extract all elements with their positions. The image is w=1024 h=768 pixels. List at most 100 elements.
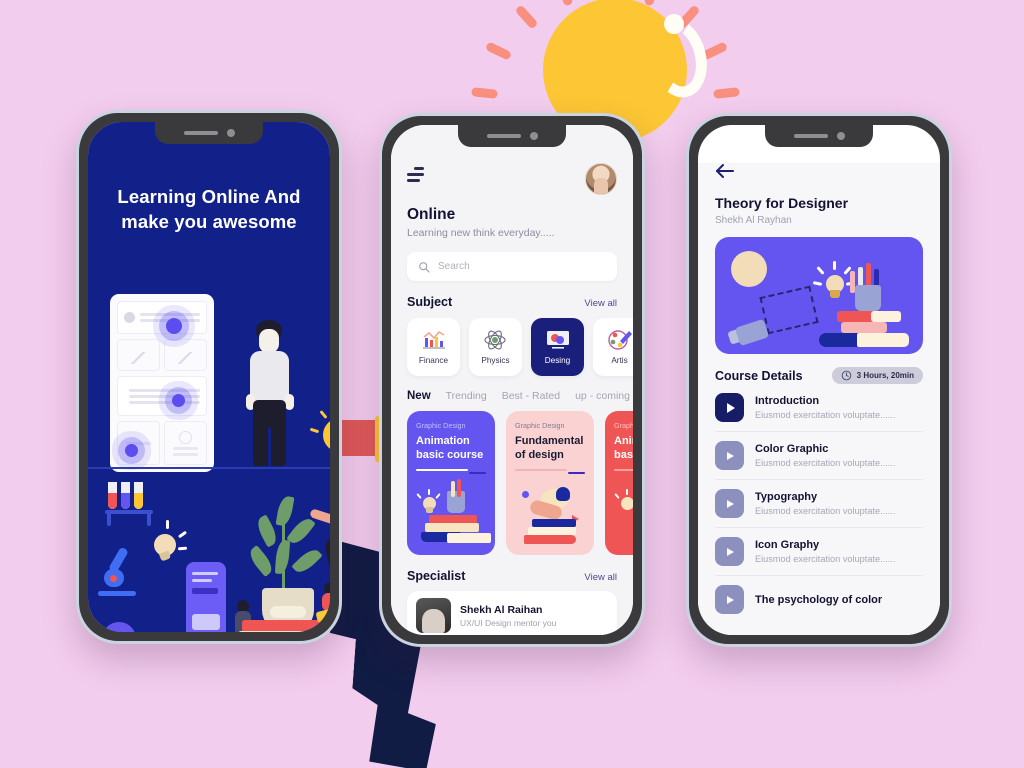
lesson-item[interactable]: Typography Eiusmod exercitation voluptat… — [715, 480, 923, 528]
card-bulb-icon — [416, 489, 441, 515]
hero-bulb-icon — [812, 261, 856, 301]
play-button[interactable] — [715, 489, 744, 518]
speaker-grill — [183, 131, 218, 135]
back-button[interactable] — [715, 163, 735, 183]
person-shirt — [250, 351, 289, 403]
hero-dashed-square — [759, 285, 819, 335]
course-card-kicker: Graphic Design — [416, 421, 466, 430]
mobile-line — [192, 579, 212, 582]
course-card[interactable]: Graphic Design Animation basic course — [407, 411, 495, 555]
category-tabs: New Trending Best - Rated up - coming — [407, 390, 630, 402]
lesson-desc: Eiusmod exercitation voluptate...... — [755, 458, 896, 468]
subject-label: Desing — [544, 356, 571, 365]
onboarding-title-line1: Learning Online And — [117, 186, 301, 207]
lesson-info: Icon Graphy Eiusmod exercitation volupta… — [755, 539, 895, 564]
card-person-hair — [556, 487, 570, 501]
glow-dot-2 — [172, 394, 185, 407]
card-bulb-icon — [614, 489, 633, 515]
course-author: Shekh Al Rayhan — [715, 215, 792, 226]
lesson-item[interactable]: Icon Graphy Eiusmod exercitation volupta… — [715, 528, 923, 576]
tab-trending[interactable]: Trending — [446, 390, 487, 402]
clock-icon — [841, 370, 851, 381]
subject-item-artis[interactable]: Artis — [593, 318, 633, 376]
play-icon — [726, 402, 735, 413]
card-book — [524, 535, 576, 544]
mock-avatar-circle — [124, 311, 135, 323]
speaker-grill — [793, 134, 828, 138]
course-card-underline — [614, 469, 633, 472]
jumping-person-illustration — [309, 482, 330, 592]
play-button[interactable] — [715, 585, 744, 614]
subject-item-finance[interactable]: Finance — [407, 318, 460, 376]
phone3-notch — [765, 125, 873, 147]
course-card-underline — [416, 469, 468, 472]
phone1-notch — [155, 122, 263, 144]
lesson-list: Introduction Eiusmod exercitation volupt… — [715, 384, 923, 623]
tab-up-coming[interactable]: up - coming — [575, 390, 630, 402]
arrow-left-icon — [716, 164, 734, 178]
bar-chart-icon — [421, 329, 447, 351]
bulb-ray — [319, 410, 328, 419]
bulb-glass — [323, 418, 330, 452]
subject-item-physics[interactable]: Physics — [469, 318, 522, 376]
course-title: Theory for Designer — [715, 195, 849, 211]
mock-chart-left — [117, 338, 160, 371]
bulb-ray — [309, 427, 320, 434]
specialist-list-item[interactable]: Shekh Al Raihan UX/UI Design mentor you — [407, 591, 617, 635]
onboarding-title-line2: make you awesome — [121, 211, 297, 233]
lesson-info: Typography Eiusmod exercitation voluptat… — [755, 491, 895, 516]
mock-row-profile — [117, 301, 207, 334]
plant-leaf — [275, 495, 295, 527]
subject-view-all-link[interactable]: View all — [584, 298, 617, 309]
search-bar[interactable]: Search — [407, 252, 617, 281]
lesson-title: Color Graphic — [755, 443, 829, 455]
lesson-item[interactable]: Introduction Eiusmod exercitation volupt… — [715, 384, 923, 432]
lesson-info: Introduction Eiusmod exercitation volupt… — [755, 395, 895, 420]
course-card-underline — [515, 469, 567, 472]
sun-ray — [484, 41, 513, 61]
phone-home: Online Learning new think everyday..... … — [379, 113, 645, 647]
course-hero-image — [715, 237, 923, 354]
person-arm-right — [285, 394, 294, 410]
test-tubes — [108, 482, 143, 509]
card-book — [447, 533, 491, 543]
plant-stem — [282, 522, 285, 592]
specialist-view-all-link[interactable]: View all — [584, 572, 617, 583]
play-icon — [727, 499, 734, 508]
mobile-card — [192, 614, 220, 630]
home-content: Online Learning new think everyday..... … — [391, 125, 633, 635]
course-card-list: Graphic Design Animation basic course Gr… — [407, 411, 633, 555]
tab-new[interactable]: New — [407, 390, 431, 402]
microscope-illustration — [98, 546, 152, 603]
front-camera — [226, 129, 235, 137]
user-avatar[interactable] — [585, 163, 617, 195]
phone3-screen: Theory for Designer Shekh Al Rayhan Cour… — [698, 125, 940, 635]
subject-section-header: Subject View all — [407, 295, 617, 309]
course-details-content: Theory for Designer Shekh Al Rayhan Cour… — [698, 163, 940, 635]
lesson-item[interactable]: The psychology of color — [715, 576, 923, 623]
small-bulb-illustration — [148, 520, 188, 568]
subject-item-desing[interactable]: Desing — [531, 318, 584, 376]
search-icon — [419, 261, 430, 273]
hero-eraser — [734, 318, 770, 347]
lesson-item[interactable]: Color Graphic Eiusmod exercitation volup… — [715, 432, 923, 480]
play-button[interactable] — [715, 537, 744, 566]
play-button[interactable] — [715, 441, 744, 470]
mock-chart-right — [164, 338, 207, 371]
lesson-title: The psychology of color — [755, 593, 883, 606]
play-button[interactable] — [715, 393, 744, 422]
lesson-info: The psychology of color — [755, 594, 882, 606]
subject-label: Finance — [418, 356, 449, 365]
microscope-base — [98, 591, 136, 596]
home-subheading: Learning new think everyday..... — [407, 227, 555, 239]
lesson-desc: Eiusmod exercitation voluptate...... — [755, 410, 896, 420]
hero-book-beige — [857, 333, 909, 347]
course-card[interactable]: Graphic Design Animation basic course — [605, 411, 633, 555]
front-camera — [836, 132, 845, 140]
filter-menu-icon[interactable] — [407, 163, 427, 182]
tab-best-rated[interactable]: Best - Rated — [502, 390, 560, 402]
hero-circle — [731, 251, 767, 287]
design-monitor-icon — [545, 329, 571, 351]
lesson-info: Color Graphic Eiusmod exercitation volup… — [755, 443, 895, 468]
course-card[interactable]: Graphic Design Fundamental of design — [506, 411, 594, 555]
